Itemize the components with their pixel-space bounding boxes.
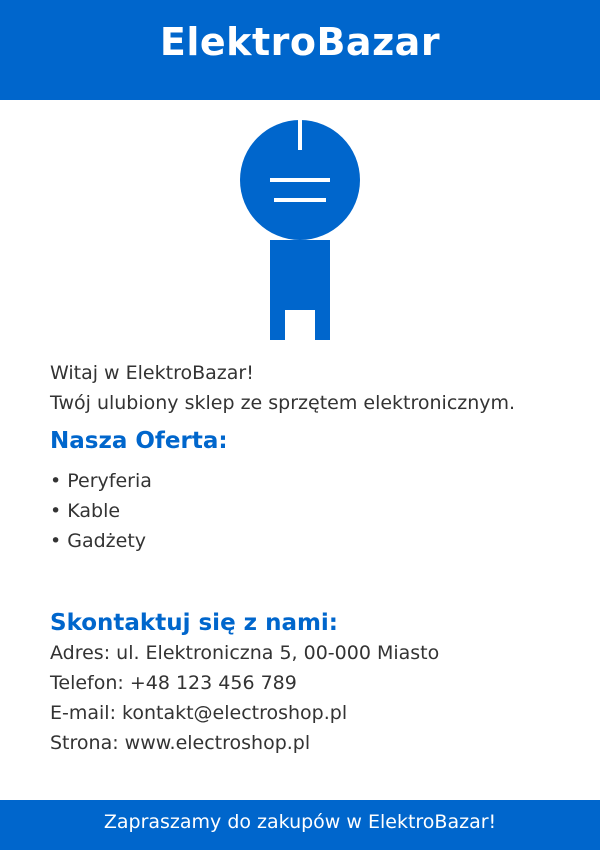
page-footer: Zapraszamy do zakupów w ElektroBazar! [0,800,600,850]
page-title: ElektroBazar [159,20,441,64]
contact-heading: Skontaktuj się z nami: [50,610,339,636]
contact-phone: Telefon: +48 123 456 789 [50,672,297,694]
main-content: Witaj w ElektroBazar! Twój ulubiony skle… [50,358,570,758]
plug-figure-icon [240,120,360,340]
contact-website: Strona: www.electroshop.pl [50,732,311,754]
logo-body [270,240,330,340]
logo-line-top [270,178,330,182]
offer-item: • Peryferia [50,470,152,492]
offer-item: • Kable [50,500,121,522]
contact-email: E-mail: kontakt@electroshop.pl [50,702,348,724]
contact-address: Adres: ul. Elektroniczna 5, 00-000 Miast… [50,642,440,664]
offer-list: • Peryferia • Kable • Gadżety [50,466,570,556]
greeting-text: Witaj w ElektroBazar! [50,362,254,384]
logo-prong [298,120,302,150]
offer-item: • Gadżety [50,530,147,552]
offer-heading: Nasza Oferta: [50,428,228,454]
page-header: ElektroBazar [0,0,600,100]
footer-text: Zapraszamy do zakupów w ElektroBazar! [103,811,497,833]
tagline-text: Twój ulubiony sklep ze sprzętem elektron… [50,392,516,414]
logo-line-bottom [274,198,326,202]
